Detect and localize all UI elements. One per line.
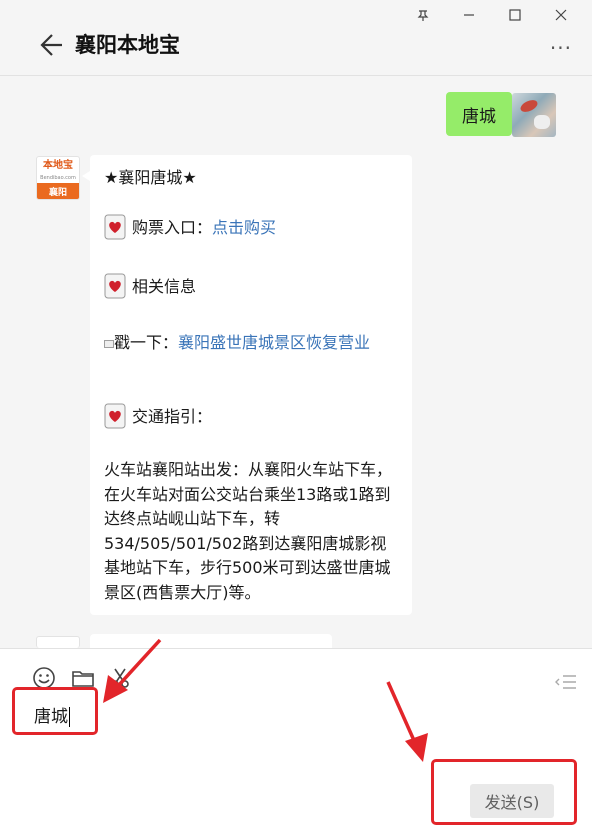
minimize-button[interactable] <box>446 4 492 26</box>
ticket-line: 购票入口：点击购买 <box>104 214 276 242</box>
self-avatar[interactable] <box>512 93 556 137</box>
message-title: ★襄阳唐城★ <box>104 168 197 187</box>
close-button[interactable] <box>538 4 584 26</box>
close-icon <box>555 9 567 21</box>
more-options-icon[interactable]: ··· <box>550 38 572 58</box>
sent-message-text: 唐城 <box>462 106 496 127</box>
scissors-icon[interactable] <box>108 666 132 690</box>
bot-message-bubble: ★襄阳唐城★ 购票入口：点击购买 相关信息 戳一下：襄阳盛世唐城景区恢复营业 交… <box>82 155 412 615</box>
minimize-icon <box>464 14 474 16</box>
pin-button[interactable] <box>400 4 446 26</box>
traffic-line: 交通指引： <box>104 403 213 431</box>
collapse-icon[interactable] <box>554 670 578 694</box>
small-envelope-icon <box>104 339 114 348</box>
pin-icon <box>417 10 429 21</box>
bot-avatar-partial <box>36 636 80 648</box>
heart-card-icon <box>104 403 126 428</box>
info-label: 相关信息 <box>132 277 197 296</box>
traffic-text: 火车站襄阳站出发：从襄阳火车站下车，在火车站对面公交站台乘坐13路或1路到达终点… <box>104 460 393 602</box>
avatar-city-text: 襄阳 <box>37 183 79 199</box>
ticket-link[interactable]: 点击购买 <box>212 218 276 237</box>
annotation-box-send <box>431 759 577 825</box>
bot-message-partial <box>90 634 332 648</box>
heart-card-icon <box>104 214 126 239</box>
poke-link[interactable]: 襄阳盛世唐城景区恢复营业 <box>178 333 370 352</box>
maximize-icon <box>509 9 521 21</box>
sent-message-bubble[interactable]: 唐城 <box>446 92 520 136</box>
poke-label: 戳一下： <box>114 333 179 352</box>
maximize-button[interactable] <box>492 4 538 26</box>
heart-card-icon <box>104 273 126 298</box>
info-line: 相关信息 <box>104 273 197 301</box>
avatar-url-text: Bendibao.com <box>40 175 76 181</box>
traffic-label: 交通指引： <box>132 407 213 426</box>
chat-title: 襄阳本地宝 <box>75 33 180 57</box>
bot-avatar[interactable]: 本地宝 Bendibao.com 襄阳 <box>36 156 80 200</box>
avatar-brand-text: 本地宝 <box>43 160 73 171</box>
ticket-label: 购票入口： <box>132 218 213 237</box>
poke-line: 戳一下：襄阳盛世唐城景区恢复营业 <box>104 330 400 356</box>
window-controls <box>400 4 584 26</box>
back-arrow-icon[interactable] <box>38 30 64 60</box>
annotation-box-input <box>12 687 98 735</box>
